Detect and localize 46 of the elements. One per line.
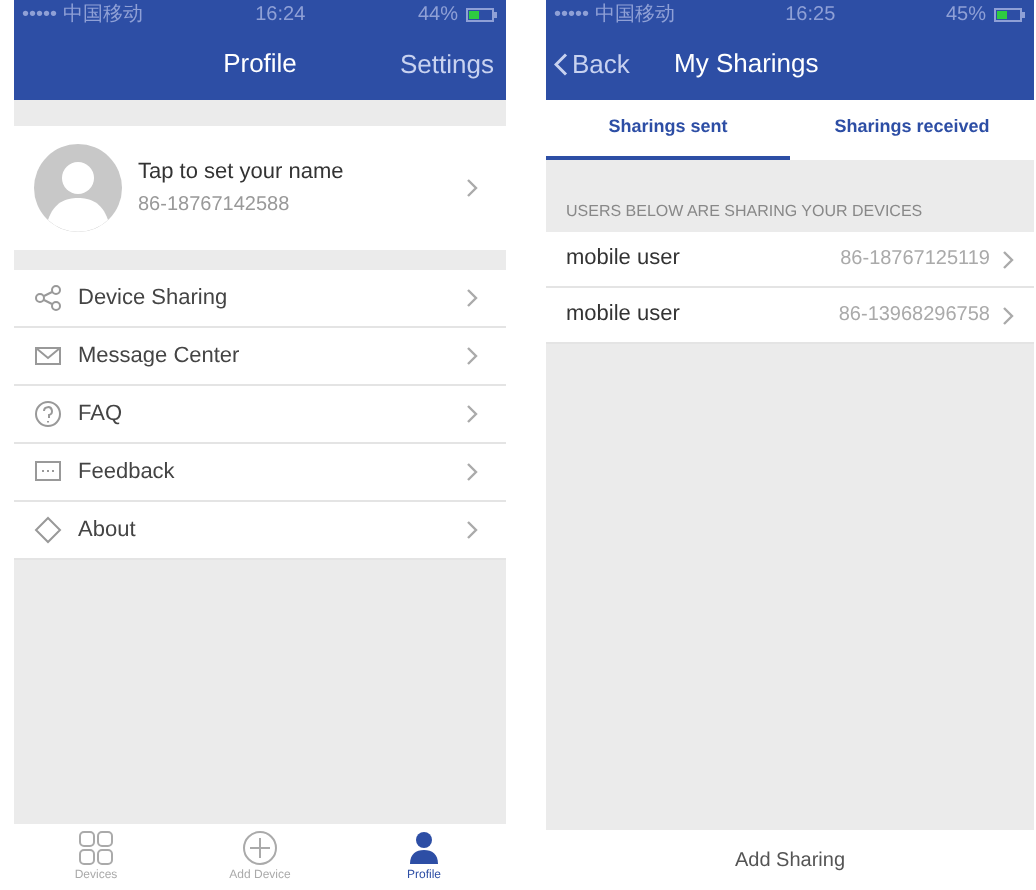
add-sharing-button[interactable]: Add Sharing [546, 830, 1034, 890]
plus-icon [242, 829, 278, 865]
section-header: USERS BELOW ARE SHARING YOUR DEVICES [564, 200, 925, 224]
screen-title: My Sharings [674, 46, 819, 83]
user-row[interactable]: mobile user 86-13968296758 [546, 288, 1034, 344]
carrier-text: ••••• 中国移动 [554, 1, 675, 29]
user-row[interactable]: mobile user 86-18767125119 [546, 232, 1034, 288]
avatar-icon [34, 144, 122, 232]
menu-item[interactable]: Feedback [14, 444, 506, 502]
time-text: 16:24 [255, 1, 306, 29]
battery-text: 45% [945, 1, 986, 29]
chevron-icon [466, 404, 478, 424]
grid-icon [78, 829, 114, 865]
user-name: mobile user [566, 244, 682, 275]
chevron-icon [466, 178, 478, 198]
battery-icon [994, 7, 1026, 21]
user-name: Tap to set your name [138, 158, 346, 189]
user-phone: 86-13968296758 [838, 302, 990, 330]
chevron-icon [466, 288, 478, 308]
envelope-icon [34, 342, 62, 370]
menu-item[interactable]: Device Sharing [14, 270, 506, 328]
battery-text: 44% [417, 1, 458, 29]
profile-row[interactable]: Tap to set your name 86-18767142588 [14, 126, 506, 250]
screen-title: Profile [223, 46, 297, 83]
menu-item[interactable]: About [14, 502, 506, 560]
share-icon [34, 284, 62, 312]
menu-item[interactable]: Message Center [14, 328, 506, 386]
user-name: mobile user [566, 300, 682, 331]
settings-link[interactable]: Settings [400, 44, 494, 84]
time-text: 16:25 [785, 1, 836, 29]
help-icon [34, 400, 62, 428]
message-icon [34, 458, 62, 486]
chevron-icon [466, 520, 478, 540]
carrier-text: ••••• 中国移动 [22, 1, 143, 29]
diamond-icon [34, 516, 62, 544]
chevron-icon [1002, 249, 1014, 269]
person-icon [406, 829, 442, 865]
chevron-icon [1002, 305, 1014, 325]
back-chevron-icon [554, 52, 568, 76]
menu-item[interactable]: FAQ [14, 386, 506, 444]
chevron-icon [466, 462, 478, 482]
user-phone: 86-18767142588 [138, 191, 292, 220]
back-button[interactable]: Back [554, 44, 630, 84]
user-phone: 86-18767125119 [840, 246, 990, 274]
chevron-icon [466, 346, 478, 366]
battery-icon [466, 7, 498, 21]
